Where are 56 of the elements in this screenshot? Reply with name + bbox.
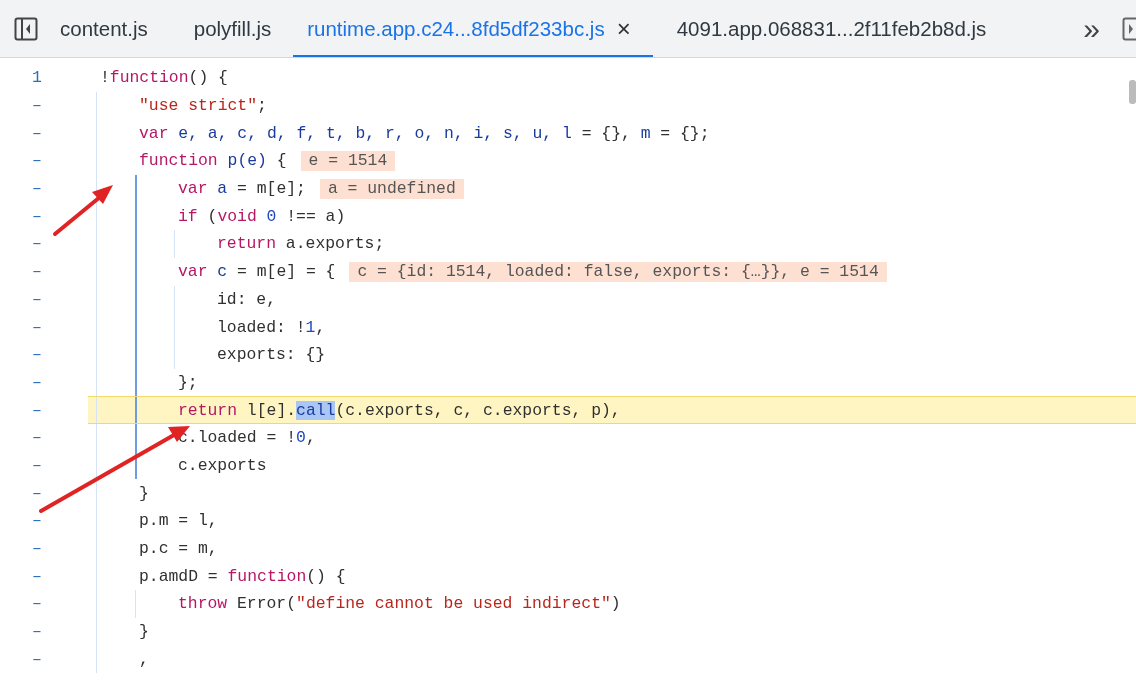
- close-tab-icon[interactable]: ×: [616, 16, 631, 41]
- code-line: function p(e) {: [139, 150, 287, 173]
- line-number[interactable]: –: [32, 511, 42, 531]
- line-number[interactable]: –: [32, 428, 42, 448]
- line-number[interactable]: –: [32, 649, 42, 669]
- line-number[interactable]: –: [32, 566, 42, 586]
- inline-value: e = 1514: [300, 150, 396, 171]
- file-tab[interactable]: runtime.app.c24...8fd5df233bc.js ×: [293, 0, 653, 57]
- code-line: return a.exports;: [217, 233, 385, 256]
- line-number[interactable]: –: [32, 234, 42, 254]
- code-line: return l[e].call(c.exports, c, c.exports, p),: [178, 399, 621, 422]
- sidebar-toggle-icon[interactable]: [14, 16, 38, 41]
- line-number[interactable]: –: [32, 262, 42, 282]
- code-line: c.exports: [178, 454, 267, 477]
- line-number[interactable]: –: [32, 151, 42, 171]
- annotation-arrow: [53, 185, 113, 236]
- code-line: }: [139, 482, 149, 505]
- code-line: var e, a, c, d, f, t, b, r, o, n, i, s, u, l = {}, m = {};: [139, 122, 710, 145]
- code-line: id: e,: [217, 288, 277, 311]
- code-line: "use strict";: [139, 95, 267, 118]
- code-line: exports: {}: [217, 344, 326, 367]
- code-line: };: [178, 371, 198, 394]
- code-line: if (void 0 !== a): [178, 205, 346, 228]
- code-line: !function() {: [100, 67, 228, 90]
- inline-value: a = undefined: [319, 178, 464, 199]
- code-line: var a = m[e];: [178, 178, 306, 201]
- line-number[interactable]: –: [32, 483, 42, 503]
- line-number[interactable]: –: [32, 96, 42, 116]
- line-number[interactable]: –: [32, 539, 42, 559]
- code-line: c.loaded = !0,: [178, 427, 316, 450]
- code-line: loaded: !1,: [217, 316, 326, 339]
- file-tab[interactable]: polyfill.js: [169, 0, 294, 57]
- line-number[interactable]: –: [32, 455, 42, 475]
- code-line: ,: [139, 648, 149, 671]
- line-number[interactable]: –: [32, 179, 42, 199]
- code-line: p.m = l,: [139, 510, 218, 533]
- line-number[interactable]: 1: [32, 68, 42, 88]
- line-number[interactable]: –: [32, 345, 42, 365]
- code-line: var c = m[e] = {: [178, 261, 336, 284]
- line-number[interactable]: –: [32, 400, 42, 420]
- scrollbar-thumb[interactable]: [1129, 80, 1136, 104]
- line-number[interactable]: –: [32, 317, 42, 337]
- file-tab[interactable]: 4091.app.068831...2f11feb2b8d.js: [652, 0, 1009, 57]
- line-number[interactable]: –: [32, 594, 42, 614]
- line-number[interactable]: –: [32, 289, 42, 309]
- line-number[interactable]: –: [32, 206, 42, 226]
- code-line: p.amdD = function() {: [139, 565, 346, 588]
- code-line: }: [139, 621, 149, 644]
- more-tabs-button[interactable]: »: [1061, 0, 1122, 57]
- code-line: p.c = m,: [139, 538, 218, 561]
- line-number[interactable]: –: [32, 372, 42, 392]
- inline-value: c = {id: 1514, loaded: false, exports: {…}}, e = 1514: [349, 261, 887, 282]
- file-tab[interactable]: content.js: [36, 0, 170, 57]
- code-line: throw Error("define cannot be used indirect"): [178, 593, 621, 616]
- line-number[interactable]: –: [32, 123, 42, 143]
- line-number[interactable]: –: [32, 622, 42, 642]
